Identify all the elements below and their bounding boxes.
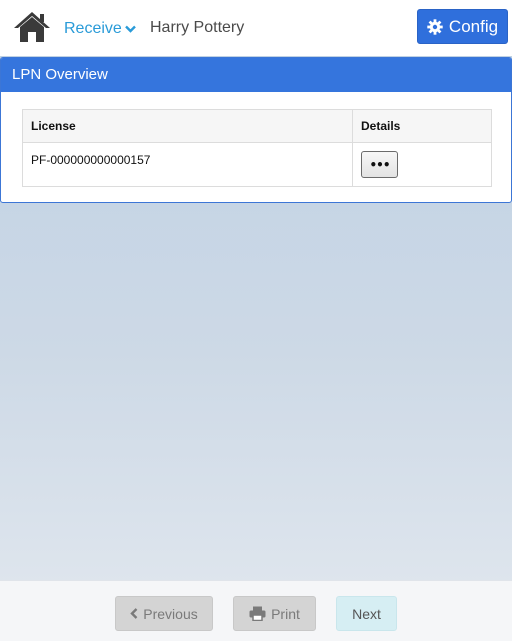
chevron-left-icon [130,608,138,619]
lpn-overview-panel: LPN Overview License Details PF-00000000… [0,57,512,203]
next-button[interactable]: Next [336,596,397,631]
receive-menu-label: Receive [64,20,122,37]
table-row: PF-000000000000157 ••• [22,142,492,187]
config-button-label: Config [448,16,499,36]
config-button[interactable]: Config [417,9,508,44]
home-icon [14,12,50,42]
previous-button-label: Previous [143,605,198,622]
print-button-label: Print [271,605,300,622]
license-cell: PF-000000000000157 [22,142,353,187]
gear-icon [427,18,443,35]
home-button[interactable] [13,10,51,44]
footer-bar: Previous Print Next [0,580,512,641]
column-header-license: License [22,109,353,143]
column-header-details: Details [352,109,492,143]
printer-icon [249,606,266,621]
print-button[interactable]: Print [233,596,316,631]
next-button-label: Next [352,605,381,622]
previous-button[interactable]: Previous [115,596,213,631]
chevron-down-icon [124,25,136,33]
receive-menu[interactable]: Receive [64,19,136,39]
lpn-table: License Details PF-000000000000157 ••• [22,109,492,187]
panel-title: LPN Overview [1,58,511,92]
top-bar: Receive Harry Pottery Config [0,0,512,56]
details-button[interactable]: ••• [361,151,398,178]
table-header-row: License Details [22,109,492,143]
details-cell: ••• [352,142,492,187]
user-name: Harry Pottery [150,19,245,36]
